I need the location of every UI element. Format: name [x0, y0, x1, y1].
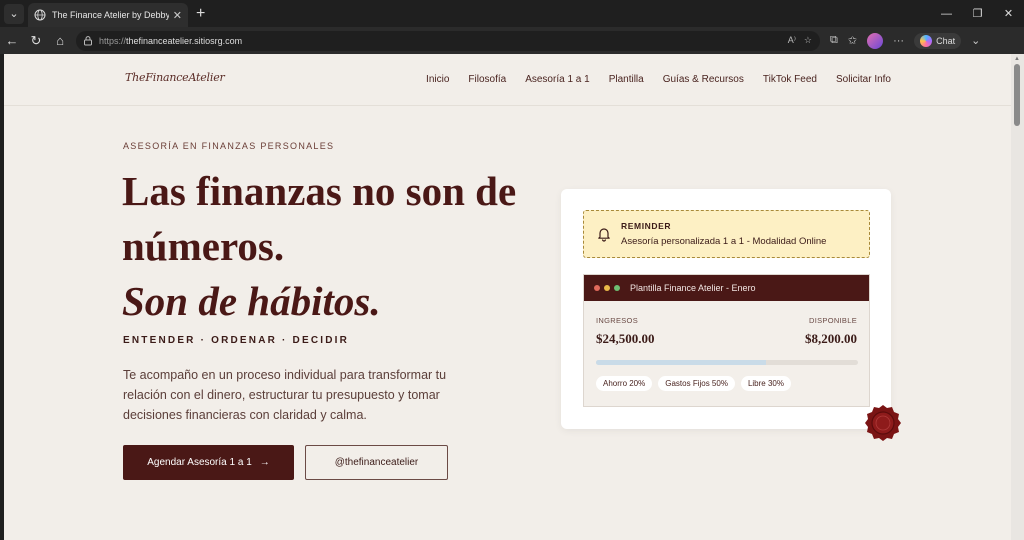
tab-close-icon[interactable]: ✕	[173, 9, 182, 22]
close-window-button[interactable]: ✕	[993, 0, 1024, 27]
available-value: $8,200.00	[805, 331, 857, 346]
scrollbar-thumb[interactable]	[1014, 64, 1020, 126]
sheet-title: Plantilla Finance Atelier - Enero	[630, 283, 756, 293]
site-info-icon[interactable]	[82, 35, 94, 47]
copilot-label: Chat	[936, 35, 956, 46]
hero-title-line1: Las finanzas no son de	[122, 168, 517, 214]
browser-toolbar: ← ↻ ⌂ https:// thefinanceatelier.sitiosr…	[0, 27, 1024, 54]
budget-progress-bar	[596, 360, 858, 365]
back-button[interactable]: ←	[0, 29, 24, 53]
minimize-button[interactable]: —	[931, 0, 962, 27]
nav-inicio[interactable]: Inicio	[426, 74, 449, 85]
new-tab-button[interactable]: +	[196, 5, 205, 23]
bell-icon	[598, 228, 610, 242]
income-label: INGRESOS	[596, 316, 638, 325]
tab-title: The Finance Atelier by Debby Rive	[52, 10, 169, 20]
globe-icon	[34, 9, 46, 21]
more-menu-icon[interactable]: ···	[893, 35, 904, 47]
window-dot-green	[614, 285, 620, 291]
nav-solicitar-info[interactable]: Solicitar Info	[836, 74, 891, 85]
read-aloud-icon[interactable]: A⁾	[788, 35, 796, 46]
budget-progress-fill	[596, 360, 767, 365]
hero-title-line2: números.	[122, 223, 285, 269]
favorite-star-icon[interactable]: ☆	[804, 35, 812, 46]
hero-title: Las finanzas no son de números. Son de h…	[122, 164, 552, 329]
nav-guias-recursos[interactable]: Guías & Recursos	[663, 74, 744, 85]
browser-tab-bar: ⌄ The Finance Atelier by Debby Rive ✕ + …	[0, 0, 1024, 27]
nav-filosofia[interactable]: Filosofía	[468, 74, 506, 85]
book-consultation-button[interactable]: Agendar Asesoría 1 a 1 →	[123, 445, 294, 480]
home-button[interactable]: ⌂	[48, 29, 72, 53]
refresh-button[interactable]: ↻	[24, 29, 48, 53]
window-controls: — ❐ ✕	[931, 0, 1024, 27]
chip-ahorro: Ahorro 20%	[596, 376, 653, 391]
url-host: thefinanceatelier.sitiosrg.com	[126, 35, 243, 46]
sheet-header: Plantilla Finance Atelier - Enero	[584, 275, 869, 301]
allocation-chips: Ahorro 20% Gastos Fijos 50% Libre 30%	[596, 376, 791, 391]
address-bar[interactable]: https:// thefinanceatelier.sitiosrg.com …	[76, 30, 820, 51]
book-consultation-label: Agendar Asesoría 1 a 1	[147, 457, 252, 468]
page-viewport: TheFinanceAtelier Inicio Filosofía Aseso…	[4, 54, 1011, 540]
budget-sheet: Plantilla Finance Atelier - Enero INGRES…	[583, 274, 870, 407]
income-value: $24,500.00	[596, 331, 655, 346]
hero-tagline: ENTENDER · ORDENAR · DECIDIR	[123, 335, 350, 346]
nav-tiktok-feed[interactable]: TikTok Feed	[763, 74, 817, 85]
copilot-icon	[920, 34, 933, 47]
reminder-text: Asesoría personalizada 1 a 1 - Modalidad…	[621, 236, 827, 247]
nav-asesoria[interactable]: Asesoría 1 a 1	[525, 74, 589, 85]
copilot-chat-button[interactable]: Chat	[914, 32, 962, 49]
template-preview-card: REMINDER Asesoría personalizada 1 a 1 - …	[561, 189, 891, 429]
nav-plantilla[interactable]: Plantilla	[609, 74, 644, 85]
reminder-title: REMINDER	[621, 221, 672, 231]
available-label: DISPONIBLE	[808, 316, 857, 325]
scroll-up-icon[interactable]: ▲	[1014, 56, 1020, 62]
chevron-down-icon[interactable]: ⌄	[971, 34, 980, 47]
browser-tab-active[interactable]: The Finance Atelier by Debby Rive ✕	[28, 3, 188, 27]
restore-button[interactable]: ❐	[962, 0, 993, 27]
hero-title-line3: Son de hábitos.	[122, 278, 381, 324]
site-header: TheFinanceAtelier Inicio Filosofía Aseso…	[4, 54, 1011, 106]
chip-libre: Libre 30%	[740, 376, 791, 391]
chip-gastos-fijos: Gastos Fijos 50%	[658, 376, 735, 391]
tab-actions-menu-button[interactable]: ⌄	[4, 3, 24, 24]
instagram-handle-button[interactable]: @thefinanceatelier	[305, 445, 448, 480]
window-dot-yellow	[604, 285, 610, 291]
extensions-icon[interactable]: ⧉	[830, 34, 838, 47]
page-scrollbar[interactable]: ▲	[1011, 54, 1024, 540]
wax-seal-icon	[865, 405, 901, 441]
arrow-right-icon: →	[259, 457, 270, 468]
reminder-box: REMINDER Asesoría personalizada 1 a 1 - …	[583, 210, 870, 258]
site-logo[interactable]: TheFinanceAtelier	[125, 71, 225, 84]
url-scheme: https://	[99, 35, 127, 46]
profile-avatar[interactable]	[867, 32, 884, 49]
hero-eyebrow: ASESORÍA EN FINANZAS PERSONALES	[123, 141, 335, 151]
hero-paragraph: Te acompaño en un proceso individual par…	[123, 368, 447, 422]
favorites-icon[interactable]: ✩	[848, 34, 857, 47]
main-nav: Inicio Filosofía Asesoría 1 a 1 Plantill…	[426, 74, 891, 85]
window-dot-red	[594, 285, 600, 291]
